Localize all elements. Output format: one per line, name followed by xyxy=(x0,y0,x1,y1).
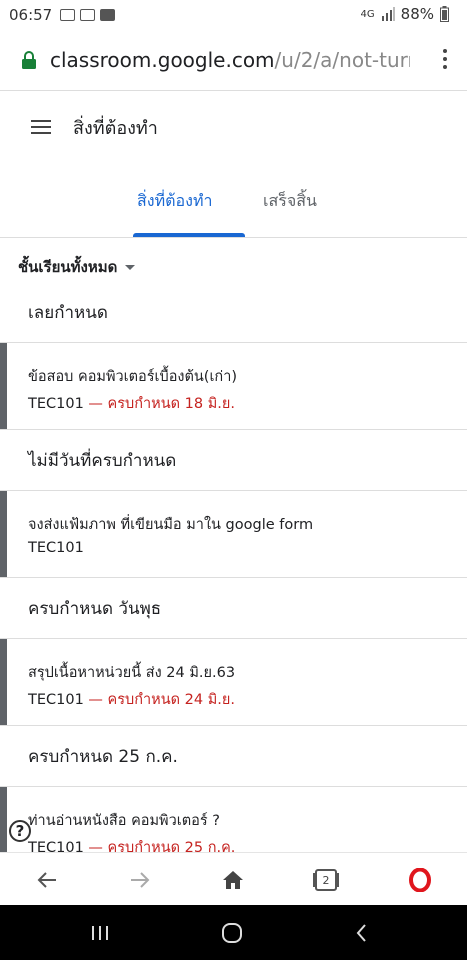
tab-todo[interactable]: สิ่งที่ต้องทำ xyxy=(137,189,212,214)
course-code: TEC101 xyxy=(28,692,84,708)
section-heading-jul25: ครบกำหนด 25 ก.ค. xyxy=(28,746,178,767)
status-bar: 06:57 4G 88% xyxy=(0,0,467,30)
page-title: สิ่งที่ต้องทำ xyxy=(73,117,158,139)
tabs-icon[interactable]: 2 xyxy=(311,865,341,895)
assignment-meta: TEC101 xyxy=(28,540,84,556)
card-accent xyxy=(0,491,7,577)
battery-label: 88% xyxy=(400,5,434,23)
url-text[interactable]: classroom.google.com/u/2/a/not-turned- xyxy=(50,48,410,72)
signal-icon xyxy=(381,7,395,21)
menu-icon[interactable] xyxy=(31,116,51,138)
section-heading-no-due: ไม่มีวันที่ครบกำหนด xyxy=(28,450,177,471)
due-date: — ครบกำหนด 25 ก.ค. xyxy=(83,840,236,852)
back-button-icon[interactable] xyxy=(350,921,374,945)
back-icon[interactable] xyxy=(32,865,62,895)
tab-count: 2 xyxy=(322,873,330,887)
message-icon xyxy=(100,9,116,21)
status-time: 06:57 xyxy=(9,6,53,24)
course-code: TEC101 xyxy=(28,396,84,412)
assignment-meta: TEC101 — ครบกำหนด 18 มิ.ย. xyxy=(28,392,235,415)
assignment-title: จงส่งแฟ้มภาพ ที่เขียนมือ มาใน google for… xyxy=(28,517,314,533)
home-button-icon[interactable] xyxy=(220,921,244,945)
assignment-meta: TEC101 — ครบกำหนด 24 มิ.ย. xyxy=(28,688,235,711)
card-accent xyxy=(0,787,7,852)
assignment-meta: TEC101 — ครบกำหนด 25 ก.ค. xyxy=(28,836,235,852)
forward-icon[interactable] xyxy=(125,865,155,895)
recent-apps-icon[interactable] xyxy=(88,921,112,945)
assignment-title: สรุปเนื้อหาหน่วยนี้ ส่ง 24 มิ.ย.63 xyxy=(28,665,236,681)
due-date: — ครบกำหนด 18 มิ.ย. xyxy=(83,396,235,412)
card-accent xyxy=(0,343,7,429)
browser-bottom-nav: 2 xyxy=(0,852,467,906)
section-heading-wednesday: ครบกำหนด วันพุธ xyxy=(28,598,162,619)
assignment-card[interactable]: สรุปเนื้อหาหน่วยนี้ ส่ง 24 มิ.ย.63 TEC10… xyxy=(0,638,467,726)
help-icon[interactable]: ? xyxy=(9,820,31,842)
class-filter-label: ชั้นเรียนทั้งหมด xyxy=(18,258,118,276)
lock-icon xyxy=(22,51,36,69)
tab-done[interactable]: เสร็จสิ้น xyxy=(263,189,317,214)
battery-icon xyxy=(440,6,449,22)
card-accent xyxy=(0,639,7,725)
due-date: — ครบกำหนด 24 มิ.ย. xyxy=(83,692,235,708)
assignment-card[interactable]: ข้อสอบ คอมพิวเตอร์เบื้องต้น(เก่า) TEC101… xyxy=(0,342,467,430)
more-menu-icon[interactable] xyxy=(443,49,447,73)
assignment-title: ท่านอ่านหนังสือ คอมพิวเตอร์ ? xyxy=(28,813,220,829)
image-icon xyxy=(80,9,96,21)
system-nav-bar xyxy=(0,905,467,960)
active-tab-indicator xyxy=(133,233,245,237)
status-right: 4G 88% xyxy=(361,5,449,23)
section-heading-overdue: เลยกำหนด xyxy=(28,302,108,323)
assignment-list: เลยกำหนด ข้อสอบ คอมพิวเตอร์เบื้องต้น(เก่… xyxy=(0,282,467,852)
network-label: 4G xyxy=(360,8,375,20)
app-bar: สิ่งที่ต้องทำ xyxy=(0,91,467,163)
course-code: TEC101 xyxy=(28,840,84,852)
course-code: TEC101 xyxy=(28,540,84,556)
assignment-card[interactable]: ท่านอ่านหนังสือ คอมพิวเตอร์ ? TEC101 — ค… xyxy=(0,786,467,852)
home-icon[interactable] xyxy=(218,865,248,895)
notification-icons xyxy=(60,9,116,21)
class-filter-dropdown[interactable]: ชั้นเรียนทั้งหมด xyxy=(18,255,136,279)
tab-bar: สิ่งที่ต้องทำ เสร็จสิ้น xyxy=(0,163,467,238)
voicemail-icon xyxy=(60,9,76,21)
address-bar[interactable]: classroom.google.com/u/2/a/not-turned- xyxy=(0,30,467,91)
assignment-title: ข้อสอบ คอมพิวเตอร์เบื้องต้น(เก่า) xyxy=(28,369,237,385)
opera-menu-icon[interactable] xyxy=(405,865,435,895)
assignment-card[interactable]: จงส่งแฟ้มภาพ ที่เขียนมือ มาใน google for… xyxy=(0,490,467,578)
caret-down-icon xyxy=(125,264,136,270)
